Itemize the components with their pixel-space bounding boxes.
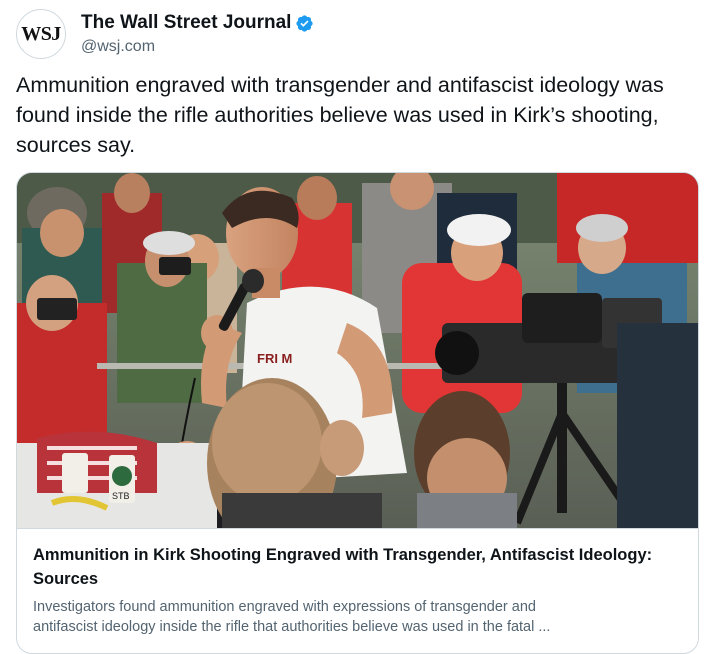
- link-card-description: Investigators found ammunition engraved …: [33, 597, 682, 637]
- cup-label-text: STB: [112, 491, 130, 501]
- author-display-name[interactable]: The Wall Street Journal: [81, 12, 291, 34]
- author-handle[interactable]: @wsj.com: [81, 38, 314, 56]
- article-photo: FRI M STB: [17, 173, 698, 528]
- link-card-description-line-2: antifascist ideology inside the rifle th…: [33, 619, 551, 635]
- avatar-logo-text: WSJ: [21, 22, 61, 45]
- verified-badge-icon: [296, 14, 314, 32]
- tweet-text: Ammunition engraved with transgender and…: [16, 73, 664, 157]
- link-preview-card[interactable]: FRI M STB Ammunition in Kirk Shooting En…: [16, 172, 699, 654]
- link-card-description-line-1: Investigators found ammunition engraved …: [33, 599, 536, 615]
- link-card-title[interactable]: Ammunition in Kirk Shooting Engraved wit…: [33, 543, 682, 591]
- link-card-meta: Ammunition in Kirk Shooting Engraved wit…: [17, 528, 698, 637]
- author-avatar[interactable]: WSJ: [16, 9, 66, 59]
- author-names: The Wall Street Journal @wsj.com: [81, 12, 314, 56]
- tweet-header: WSJ The Wall Street Journal @wsj.com: [16, 6, 314, 62]
- author-name-row: The Wall Street Journal: [81, 12, 314, 34]
- shirt-print-text: FRI M: [257, 351, 292, 366]
